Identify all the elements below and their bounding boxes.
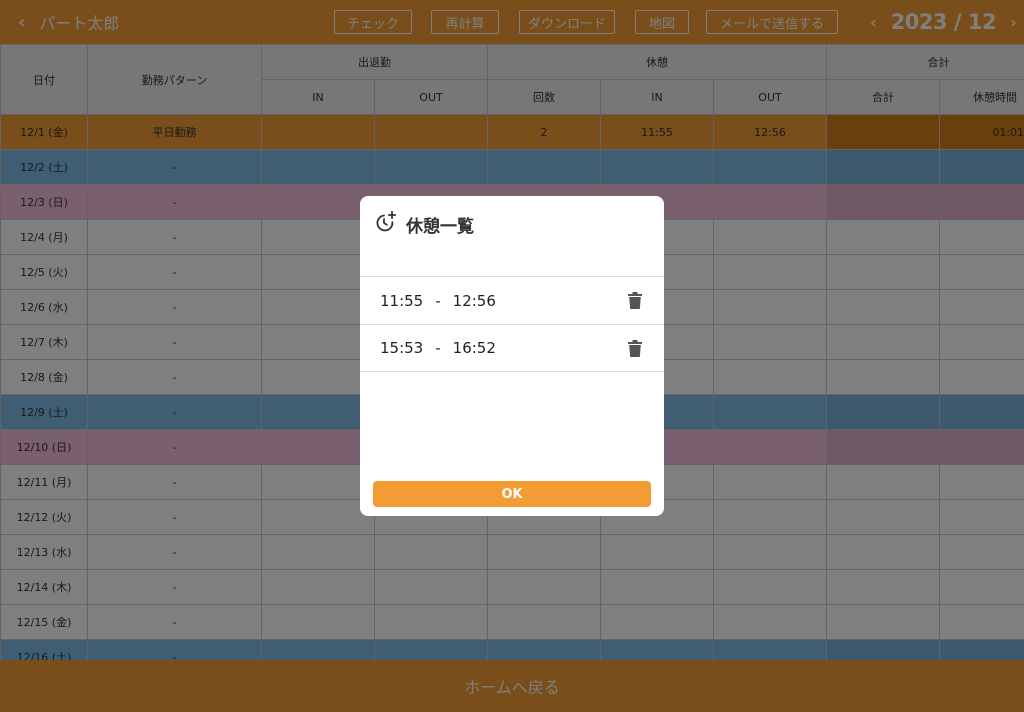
break-separator: - [435,291,441,310]
clock-plus-icon [374,210,398,238]
break-end: 16:52 [452,339,496,357]
ok-button[interactable]: OK [373,481,651,507]
break-separator: - [435,339,441,357]
trash-icon[interactable] [628,340,642,361]
break-item: 15:53 - 16:52 [360,324,664,372]
break-list: 11:55 - 12:56 15:53 - 16:52 [360,276,664,372]
break-start: 15:53 [380,339,424,357]
modal-title: 休憩一覧 [406,216,474,237]
break-end: 12:56 [452,291,496,310]
break-start: 11:55 [380,291,424,310]
modal-header: 休憩一覧 [374,210,474,238]
trash-icon[interactable] [628,292,642,313]
break-list-modal: 休憩一覧 11:55 - 12:56 15:53 - 16:52 OK [360,196,664,516]
break-item: 11:55 - 12:56 [360,276,664,324]
